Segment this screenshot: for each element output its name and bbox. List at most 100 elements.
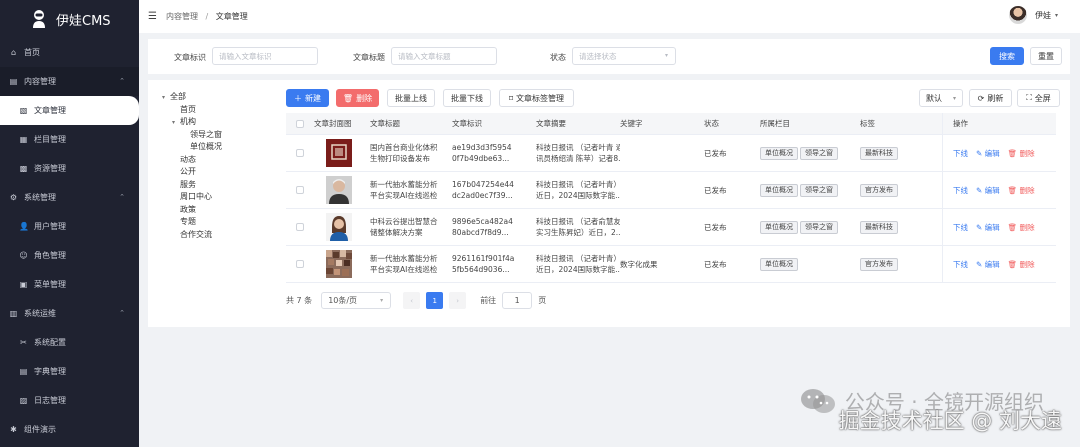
article-tag: 最新科技 [860, 146, 898, 160]
user-name: 伊娃 [1034, 10, 1051, 20]
row-checkbox[interactable] [296, 186, 304, 194]
caret-down-icon[interactable]: ▾ [162, 94, 170, 101]
delete-link[interactable]: 🗑 删除 [1008, 222, 1035, 233]
tree-node[interactable]: 政策 [162, 204, 274, 217]
menu-toggle-icon[interactable]: ☰ [148, 11, 158, 22]
delete-link[interactable]: 🗑 删除 [1008, 259, 1035, 270]
delete-link[interactable]: 🗑 删除 [1008, 185, 1035, 196]
tree-node-label: 全部 [170, 92, 186, 101]
total-count: 共 7 条 [286, 296, 313, 305]
sidebar-item[interactable]: ▦ 栏目管理 [0, 125, 139, 154]
search-button[interactable]: 搜索 [990, 47, 1024, 65]
user-menu[interactable]: 伊娃 ▾ [1008, 6, 1058, 24]
tree-node[interactable]: 首页 [162, 104, 274, 117]
breadcrumb-item[interactable]: 内容管理 [166, 12, 198, 21]
header-checkbox-cell [286, 119, 314, 128]
batch-offline-button[interactable]: 批量下线 [443, 89, 491, 107]
sidebar-item[interactable]: ▧ 文章管理 [0, 96, 139, 125]
title-cell: 中科云谷提出智慧合 储整体解决方案 [370, 216, 452, 238]
tag-manage-button[interactable]: ⌑ 文章标签管理 [499, 89, 574, 107]
edit-link[interactable]: ✎ 编辑 [976, 185, 1000, 196]
chevron-icon: ⌃ [119, 77, 125, 85]
reset-button[interactable]: 重置 [1030, 47, 1062, 65]
tree-node[interactable]: ▾ 机构 [162, 116, 274, 129]
title-line: 生物打印设备发布 [370, 154, 430, 163]
cover-image[interactable] [326, 139, 352, 167]
search-panel: 文章标识 请输入文章标识 文章标题 请输入文章标题 状态 请选择状态 ▾ 搜索 … [148, 39, 1070, 74]
tree-node[interactable]: 领导之窗 [162, 129, 274, 142]
delete-button[interactable]: 🗑 删除 [336, 89, 379, 107]
sidebar-item-label: 用户管理 [34, 222, 66, 231]
chevron-down-icon: ▾ [952, 94, 956, 102]
offline-link[interactable]: 下线 [953, 148, 968, 159]
sidebar-item[interactable]: ⌂ 首页 [0, 38, 139, 67]
page-size-select[interactable]: 10条/页 ▾ [321, 292, 392, 309]
tree-node[interactable]: 公开 [162, 166, 274, 179]
title-line: 平台实现AI在线巡检 [370, 265, 438, 274]
chevron-icon: ⌃ [119, 309, 125, 317]
sidebar-item[interactable]: ▣ 菜单管理 [0, 270, 139, 299]
id-line: ae19d3d3f5954 [452, 143, 512, 152]
status-select[interactable]: 请选择状态 ▾ [572, 47, 676, 65]
tree-node[interactable]: 专题 [162, 216, 274, 229]
delete-link[interactable]: 🗑 删除 [1008, 148, 1035, 159]
summary-cell: 科技日报讯 （记者叶青 通讯员杨绍清 陈苹）记者8... [536, 142, 620, 164]
app-logo[interactable]: 伊娃CMS [0, 0, 139, 38]
sidebar-item[interactable]: ✱ 组件演示 [0, 415, 139, 444]
edit-link[interactable]: ✎ 编辑 [976, 222, 1000, 233]
article-tag: 最新科技 [860, 220, 898, 234]
table-row[interactable]: 中科云谷提出智慧合 储整体解决方案 9896e5ca482a4 80abcd7f8d9… [286, 209, 1056, 246]
sidebar-item[interactable]: ⚙ 系统管理 ⌃ [0, 183, 139, 212]
demo-icon: ✱ [10, 425, 17, 434]
offline-link[interactable]: 下线 [953, 222, 968, 233]
edit-link[interactable]: ✎ 编辑 [976, 148, 1000, 159]
prev-page-button[interactable]: ‹ [403, 292, 421, 309]
status-cell: 已发布 [704, 259, 727, 269]
sort-select-value: 默认 [926, 93, 942, 103]
sidebar-item[interactable]: ▨ 日志管理 [0, 386, 139, 415]
sidebar-item[interactable]: ▤ 内容管理 ⌃ [0, 67, 139, 96]
edit-icon: ✎ [976, 222, 985, 232]
article-id-input[interactable]: 请输入文章标识 [212, 47, 318, 65]
page-number-button[interactable]: 1 [426, 292, 444, 309]
sidebar-item[interactable]: ▩ 资源管理 [0, 154, 139, 183]
row-checkbox[interactable] [296, 260, 304, 268]
tree-node[interactable]: 动态 [162, 154, 274, 167]
offline-link[interactable]: 下线 [953, 259, 968, 270]
sidebar-item[interactable]: ▥ 系统运维 ⌃ [0, 299, 139, 328]
cover-image[interactable] [326, 250, 352, 278]
sidebar-item[interactable]: 👤 用户管理 [0, 212, 139, 241]
refresh-button[interactable]: ⟳ 刷新 [969, 89, 1012, 107]
tree-node[interactable]: 合作交流 [162, 229, 274, 242]
edit-link[interactable]: ✎ 编辑 [976, 259, 1000, 270]
offline-link[interactable]: 下线 [953, 185, 968, 196]
avatar[interactable] [1008, 6, 1027, 24]
table-row[interactable]: 新一代抽水蓄能分析 平台实现AI在线巡检 9261161f901f4a 5fb564d… [286, 246, 1056, 283]
row-checkbox[interactable] [296, 223, 304, 231]
sort-select[interactable]: 默认 ▾ [919, 89, 963, 107]
tree-node[interactable]: 单位概况 [162, 141, 274, 154]
tree-node[interactable]: ▾ 全部 [162, 91, 274, 104]
summary-cell: 科技日报讯 （记者叶青） 近日，2024国际数字能... [536, 253, 620, 275]
article-table: 文章封面图 文章标题 文章标识 文章摘要 关键字 状态 所属栏目 标签 操作 国内首台商业化体积… [286, 113, 1056, 283]
tree-node-label: 领导之窗 [190, 129, 222, 139]
table-row[interactable]: 新一代抽水蓄能分析 平台实现AI在线巡检 167b047254e44 dc2ad0ec… [286, 172, 1056, 209]
row-checkbox[interactable] [296, 149, 304, 157]
batch-online-button[interactable]: 批量上线 [387, 89, 435, 107]
log-icon: ▨ [19, 396, 28, 405]
caret-down-icon[interactable]: ▾ [172, 119, 180, 126]
article-title-input[interactable]: 请输入文章标题 [391, 47, 497, 65]
tree-node[interactable]: 周口中心 [162, 191, 274, 204]
cover-image[interactable] [326, 176, 352, 204]
next-page-button[interactable]: › [449, 292, 467, 309]
tree-node[interactable]: 服务 [162, 179, 274, 192]
sidebar-item[interactable]: ☺ 角色管理 [0, 241, 139, 270]
table-row[interactable]: 国内首台商业化体积 生物打印设备发布 ae19d3d3f5954 0f7b49dbe6… [286, 135, 1056, 172]
sidebar-item[interactable]: ✂ 系统配置 [0, 328, 139, 357]
goto-page-input[interactable]: 1 [502, 292, 533, 309]
sidebar-item[interactable]: ▤ 字典管理 [0, 357, 139, 386]
add-button[interactable]: ＋新建 [286, 89, 329, 107]
select-all-checkbox[interactable] [296, 119, 304, 128]
fullscreen-button[interactable]: ⛶ 全屏 [1017, 89, 1060, 107]
cover-image[interactable] [326, 213, 352, 241]
